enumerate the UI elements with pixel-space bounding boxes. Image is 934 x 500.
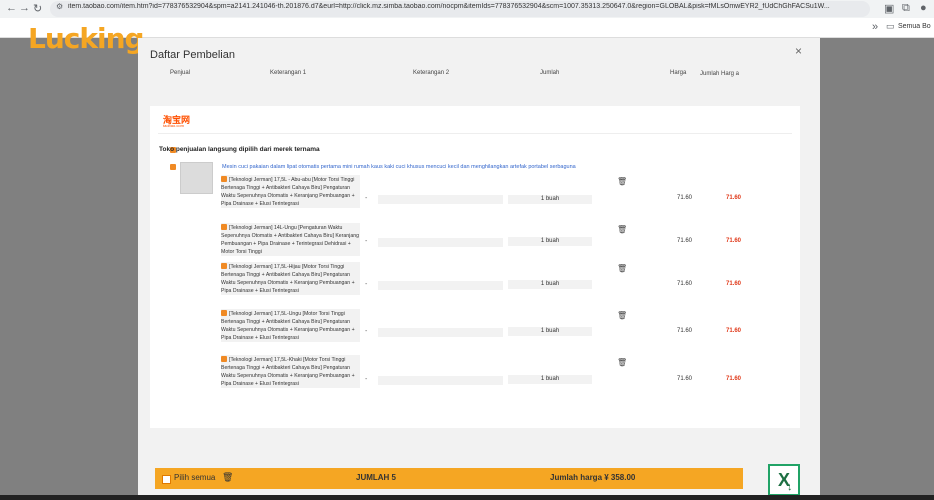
column-note-1: Keterangan 1 bbox=[270, 70, 307, 76]
profile-icon[interactable]: ● bbox=[920, 2, 927, 14]
reload-icon[interactable]: ↻ bbox=[33, 2, 42, 15]
quantity-value: 1 buah bbox=[508, 237, 592, 246]
column-quantity: Jumlah bbox=[540, 70, 560, 76]
forward-icon[interactable]: → bbox=[19, 2, 30, 14]
note-2-field bbox=[378, 328, 503, 337]
download-arrow-icon: ↓ bbox=[787, 481, 793, 493]
taobao-logo-sub: taobao.com bbox=[163, 123, 184, 128]
extension-icon[interactable]: ▣ bbox=[884, 2, 894, 15]
item-desc: [Teknologi Jerman] 17,5L-Khaki [Motor To… bbox=[221, 355, 360, 388]
bookmarks-folder-label[interactable]: Semua Bo bbox=[898, 23, 931, 30]
note-1-value: - bbox=[365, 238, 368, 245]
trash-icon[interactable]: 🗑 bbox=[617, 358, 627, 367]
variant-checkbox[interactable] bbox=[221, 310, 227, 316]
variant-checkbox[interactable] bbox=[221, 356, 227, 362]
item-count: JUMLAH 5 bbox=[356, 473, 397, 482]
lucking-logo: Lucking bbox=[28, 22, 145, 55]
quantity-value: 1 buah bbox=[508, 375, 592, 384]
variant-checkbox[interactable] bbox=[221, 263, 227, 269]
quantity-value: 1 buah bbox=[508, 280, 592, 289]
total-value: 71.60 bbox=[725, 376, 741, 382]
item-desc-text: [Teknologi Jerman] 17,5L-Hijau [Motor To… bbox=[221, 264, 355, 294]
item-desc-text: [Teknologi Jerman] 17,5L-Ungu [Motor Tor… bbox=[221, 311, 355, 341]
price-value: 71.60 bbox=[676, 238, 692, 244]
column-total: Jumlah Harg a bbox=[700, 71, 740, 77]
variant-checkbox[interactable] bbox=[221, 176, 227, 182]
item-desc-text: [Teknologi Jerman] 17,5L - Abu-abu [Moto… bbox=[221, 177, 355, 207]
quantity-value: 1 buah bbox=[508, 327, 592, 336]
item-desc-text: [Teknologi Jerman] 17,5L-Khaki [Motor To… bbox=[221, 357, 355, 387]
bottom-strip bbox=[0, 495, 934, 500]
browser-toolbar: ← → ↻ ⚙ item.taobao.com/item.htm?id=7783… bbox=[0, 0, 934, 18]
total-value: 71.60 bbox=[725, 238, 741, 244]
price-value: 71.60 bbox=[676, 281, 692, 287]
product-checkbox[interactable] bbox=[170, 164, 176, 170]
close-icon[interactable]: × bbox=[795, 44, 802, 58]
column-note-2: Keterangan 2 bbox=[413, 70, 450, 76]
note-1-value: - bbox=[365, 376, 368, 383]
total-value: 71.60 bbox=[725, 195, 741, 201]
column-seller: Penjual bbox=[170, 70, 191, 76]
puzzle-icon[interactable]: ⧉ bbox=[902, 2, 910, 15]
column-price: Harga bbox=[670, 70, 687, 76]
note-2-field bbox=[378, 281, 503, 290]
site-info-icon[interactable]: ⚙ bbox=[56, 2, 63, 11]
item-desc: [Teknologi Jerman] 17,5L - Abu-abu [Moto… bbox=[221, 175, 360, 208]
back-icon[interactable]: ← bbox=[6, 2, 17, 14]
note-1-value: - bbox=[365, 195, 368, 202]
note-2-field bbox=[378, 376, 503, 385]
product-thumbnail[interactable] bbox=[180, 162, 213, 194]
folder-icon: ▭ bbox=[886, 21, 895, 31]
trash-icon[interactable]: 🗑 bbox=[617, 264, 627, 273]
total-value: 71.60 bbox=[725, 328, 741, 334]
delete-all-icon[interactable]: 🗑 bbox=[222, 472, 233, 483]
price-value: 71.60 bbox=[676, 195, 692, 201]
price-value: 71.60 bbox=[676, 376, 692, 382]
trash-icon[interactable]: 🗑 bbox=[617, 311, 627, 320]
item-desc: [Teknologi Jerman] 14L-Ungu [Pengaturan … bbox=[221, 223, 360, 256]
modal-title: Daftar Pembelian bbox=[150, 49, 235, 61]
trash-icon[interactable]: 🗑 bbox=[617, 177, 627, 186]
excel-export-icon[interactable]: X ↓ bbox=[768, 464, 800, 496]
note-2-field bbox=[378, 238, 503, 247]
url-text: item.taobao.com/item.htm?id=778376532904… bbox=[68, 3, 830, 10]
quantity-value: 1 buah bbox=[508, 195, 592, 204]
note-1-value: - bbox=[365, 281, 368, 288]
summary-bar: Pilih semua 🗑 JUMLAH 5 Jumlah harga ¥ 35… bbox=[155, 468, 743, 489]
trash-icon[interactable]: 🗑 bbox=[617, 225, 627, 234]
store-name: Toko penjualan langsung dipilih dari mer… bbox=[159, 146, 320, 153]
more-bookmarks-icon[interactable]: » bbox=[872, 21, 878, 33]
divider bbox=[158, 133, 792, 134]
item-desc: [Teknologi Jerman] 17,5L-Ungu [Motor Tor… bbox=[221, 309, 360, 342]
total-price: Jumlah harga ¥ 358.00 bbox=[550, 473, 636, 482]
item-desc-text: [Teknologi Jerman] 14L-Ungu [Pengaturan … bbox=[221, 225, 359, 255]
item-desc: [Teknologi Jerman] 17,5L-Hijau [Motor To… bbox=[221, 262, 360, 295]
price-value: 71.60 bbox=[676, 328, 692, 334]
select-all-label[interactable]: Pilih semua bbox=[174, 473, 215, 482]
note-2-field bbox=[378, 195, 503, 204]
select-all-checkbox[interactable] bbox=[162, 475, 171, 484]
note-1-value: - bbox=[365, 328, 368, 335]
variant-checkbox[interactable] bbox=[221, 224, 227, 230]
total-value: 71.60 bbox=[725, 281, 741, 287]
address-bar[interactable]: ⚙ item.taobao.com/item.htm?id=7783765329… bbox=[50, 1, 870, 17]
product-title-link[interactable]: Mesin cuci pakaian dalam lipat otomatis … bbox=[222, 164, 576, 170]
